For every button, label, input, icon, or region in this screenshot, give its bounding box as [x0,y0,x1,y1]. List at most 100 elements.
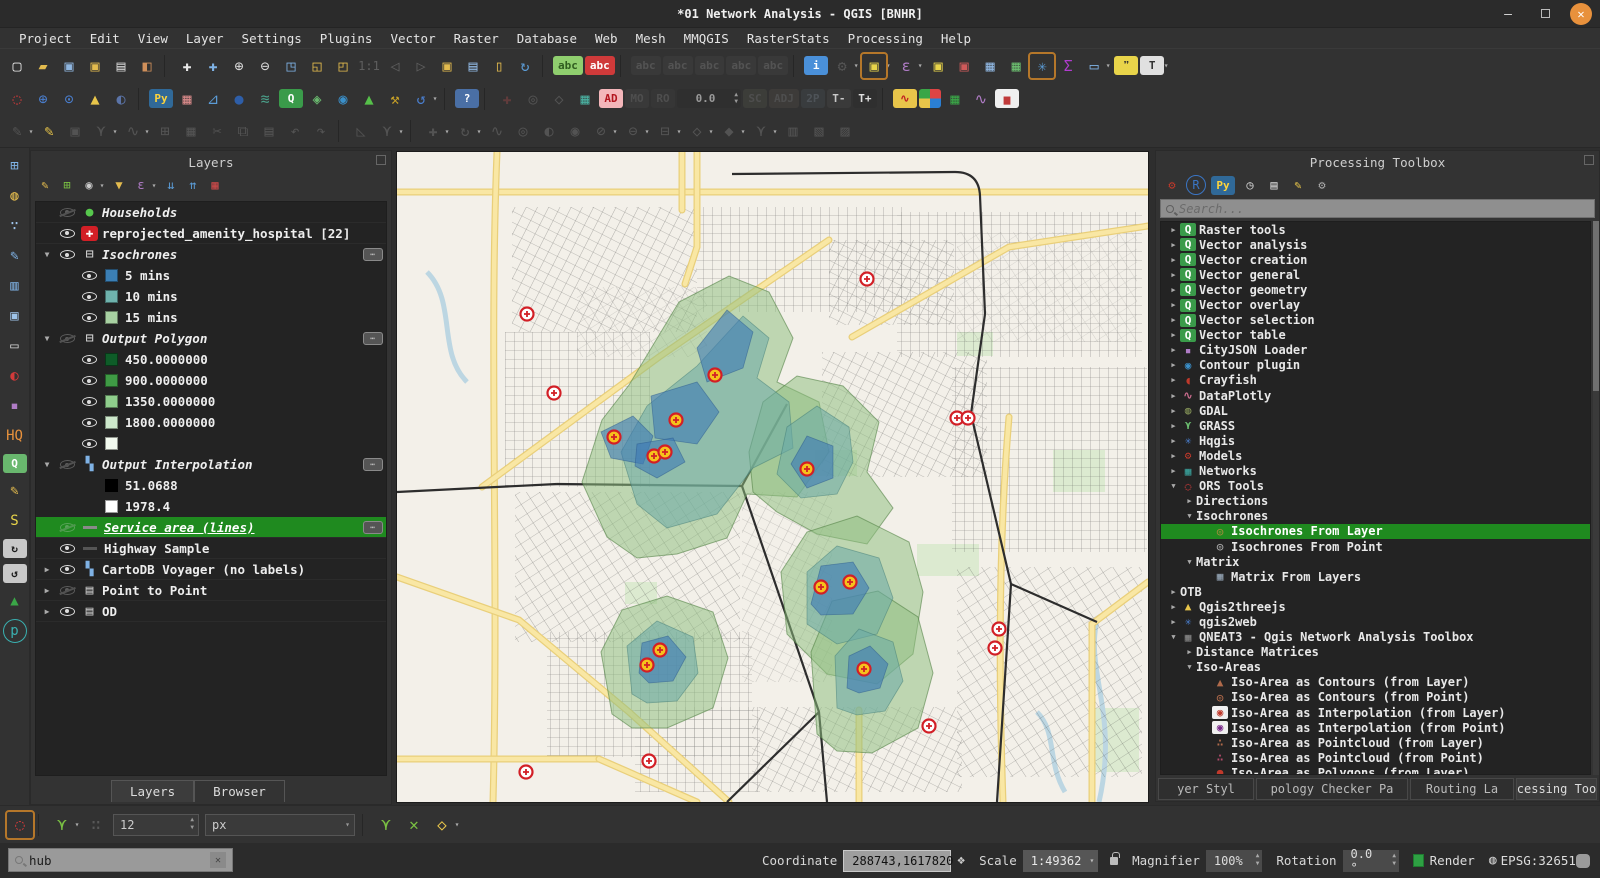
map-canvas[interactable] [397,152,1148,802]
crayfish-button[interactable]: ≋ [252,86,278,112]
bnhr-plugin-button[interactable]: ◐ [3,364,27,388]
zoom-last-button[interactable]: ◁ [382,53,408,79]
processing-scrollbar[interactable] [1593,221,1599,775]
snapping-unit-combobox[interactable]: px▾ [205,814,355,836]
options-wrench-button[interactable]: ⚙ [1312,175,1332,195]
visibility-eye-icon[interactable] [60,586,75,595]
layer-item-households[interactable]: ●Households [36,202,386,223]
lock-scale-icon[interactable] [1110,857,1118,865]
algorithm-directions[interactable]: ▶Directions [1161,494,1590,509]
crs-globe-icon[interactable]: ◍ [1489,853,1497,868]
menu-raster[interactable]: Raster [445,28,508,48]
terrain-profile-button[interactable]: ▲ [356,86,382,112]
cityjson-loader-button[interactable]: ▪ [3,394,27,418]
help-button[interactable]: ? [455,89,479,108]
add-virtual-layer-button[interactable]: ▣ [3,304,27,328]
algorithm-ors-tools[interactable]: ▼◌ORS Tools [1161,479,1590,494]
expander-icon[interactable]: ▶ [40,607,54,616]
reload-plugin-button[interactable]: ↻ [3,539,27,558]
layout-manager-button[interactable]: ▤ [108,53,134,79]
menu-view[interactable]: View [129,28,177,48]
open-project-button[interactable]: ▰ [30,53,56,79]
labeling-button[interactable]: abc [553,56,583,75]
topological-editing-button[interactable]: ⋎ [372,811,400,839]
select-features-button[interactable]: ▣ [861,53,887,79]
layer-edit-widget-icon[interactable]: ⋯ [363,521,383,534]
layer-item-swatch[interactable] [36,433,386,454]
fill-ring-button[interactable]: ◉ [562,118,588,144]
attribute-table-button[interactable]: ▦ [977,53,1003,79]
menu-plugins[interactable]: Plugins [311,28,382,48]
algorithm-iso-area-as-pointcloud-from-layer-[interactable]: ∴Iso-Area as Pointcloud (from Layer) [1161,735,1590,750]
ors-tools-button[interactable]: ◌ [4,86,30,112]
copy-features-button[interactable]: ⧉ [230,118,256,144]
menu-edit[interactable]: Edit [81,28,129,48]
algorithm-networks[interactable]: ▶▦Networks [1161,464,1590,479]
visibility-eye-icon[interactable] [60,208,75,217]
open-layer-styling-button[interactable]: ✎ [35,175,55,195]
algorithm-vector-analysis[interactable]: ▶QVector analysis [1161,237,1590,252]
split-parts-button[interactable]: ◆ [716,118,742,144]
measure-button[interactable]: ▭ [1081,53,1107,79]
build-tools-button[interactable]: ⚒ [382,86,408,112]
osm-search-button[interactable]: Q [3,454,27,473]
cad-tools-button[interactable]: ◺ [348,118,374,144]
plot-profile-button[interactable]: ∿ [968,86,994,112]
algorithm-qgis2web[interactable]: ▶✳qgis2web [1161,614,1590,629]
save-project-button[interactable]: ▣ [56,53,82,79]
expander-icon[interactable]: ▶ [1167,392,1180,400]
close-button[interactable]: ✕ [1570,3,1592,25]
map-tips-button[interactable]: ❞ [1114,56,1138,75]
select-by-expression-button[interactable]: ε [893,53,919,79]
merge-features-button[interactable]: ⋎ [748,118,774,144]
dock-tab-0[interactable]: yer Styl [1158,778,1254,800]
mode-2p-button[interactable]: 2P [801,89,825,108]
algorithm-crayfish[interactable]: ▶◖Crayfish [1161,373,1590,388]
layers-panel-float-icon[interactable] [376,155,386,165]
expander-icon[interactable]: ▶ [1167,588,1180,596]
algorithm-otb[interactable]: ▶OTB [1161,584,1590,599]
layer-item-output-interpolation[interactable]: ▼▚Output Interpolation⋯ [36,454,386,475]
mode-ad-button[interactable]: AD [599,89,623,108]
simplify-feature-button[interactable]: ∿ [484,118,510,144]
mode-ro-button[interactable]: RO [651,89,675,108]
add-delimited-text-button[interactable]: ∵ [3,214,27,238]
algorithm-iso-area-as-pointcloud-from-point-[interactable]: ∴Iso-Area as Pointcloud (from Point) [1161,750,1590,765]
menu-web[interactable]: Web [586,28,627,48]
layer-item-reprojected-amenity-hospital-22-[interactable]: ✚reprojected_amenity_hospital [22] [36,223,386,244]
rotate-point-symbols-button[interactable]: ▨ [832,118,858,144]
menu-database[interactable]: Database [508,28,586,48]
menu-help[interactable]: Help [932,28,980,48]
expander-icon[interactable]: ▶ [1167,422,1180,430]
label-pin-button[interactable]: abc [585,56,615,75]
expander-icon[interactable]: ▶ [1167,271,1180,279]
algorithm-distance-matrices[interactable]: ▶Distance Matrices [1161,645,1590,660]
text-smaller-button[interactable]: T- [827,89,851,108]
algorithm-iso-area-as-contours-from-point-[interactable]: ◎Iso-Area as Contours (from Point) [1161,690,1590,705]
zoom-native-button[interactable]: 1:1 [356,53,382,79]
algorithm-dataplotly[interactable]: ▶∿DataPlotly [1161,388,1590,403]
sync-views-button[interactable]: ▦ [572,86,598,112]
web-search-button[interactable]: ⊙ [56,86,82,112]
paste-features-button[interactable]: ▤ [256,118,282,144]
algorithm-qneat3-qgis-network-analysis-toolbox[interactable]: ▼▦QNEAT3 - Qgis Network Analysis Toolbox [1161,630,1590,645]
show-bookmarks-button[interactable]: ▤ [460,53,486,79]
history-button[interactable]: ◷ [1240,175,1260,195]
algorithm-iso-area-as-contours-from-layer-[interactable]: ▲Iso-Area as Contours (from Layer) [1161,675,1590,690]
algorithm-vector-overlay[interactable]: ▶QVector overlay [1161,297,1590,312]
save-edits-button[interactable]: ▣ [62,118,88,144]
run-feature-action-button[interactable]: ⚙ [829,53,855,79]
algorithm-vector-table[interactable]: ▶QVector table [1161,328,1590,343]
algorithm-raster-tools[interactable]: ▶QRaster tools [1161,222,1590,237]
maximize-button[interactable] [1541,9,1550,18]
manage-visibility-button-dropdown[interactable]: ▾ [98,181,106,190]
new-project-button[interactable]: ▢ [4,53,30,79]
layer-item-10-mins[interactable]: 10 mins [36,286,386,307]
layer-item-1350-0000000[interactable]: 1350.0000000 [36,391,386,412]
vertex-tool-button[interactable]: ⋎ [374,118,400,144]
zoom-in-button[interactable]: ⊕ [226,53,252,79]
menu-settings[interactable]: Settings [233,28,311,48]
visibility-eye-icon[interactable] [82,271,97,280]
reshape-features-button[interactable]: ⊟ [652,118,678,144]
layer-item-service-area-lines-[interactable]: Service area (lines)⋯ [36,517,386,538]
